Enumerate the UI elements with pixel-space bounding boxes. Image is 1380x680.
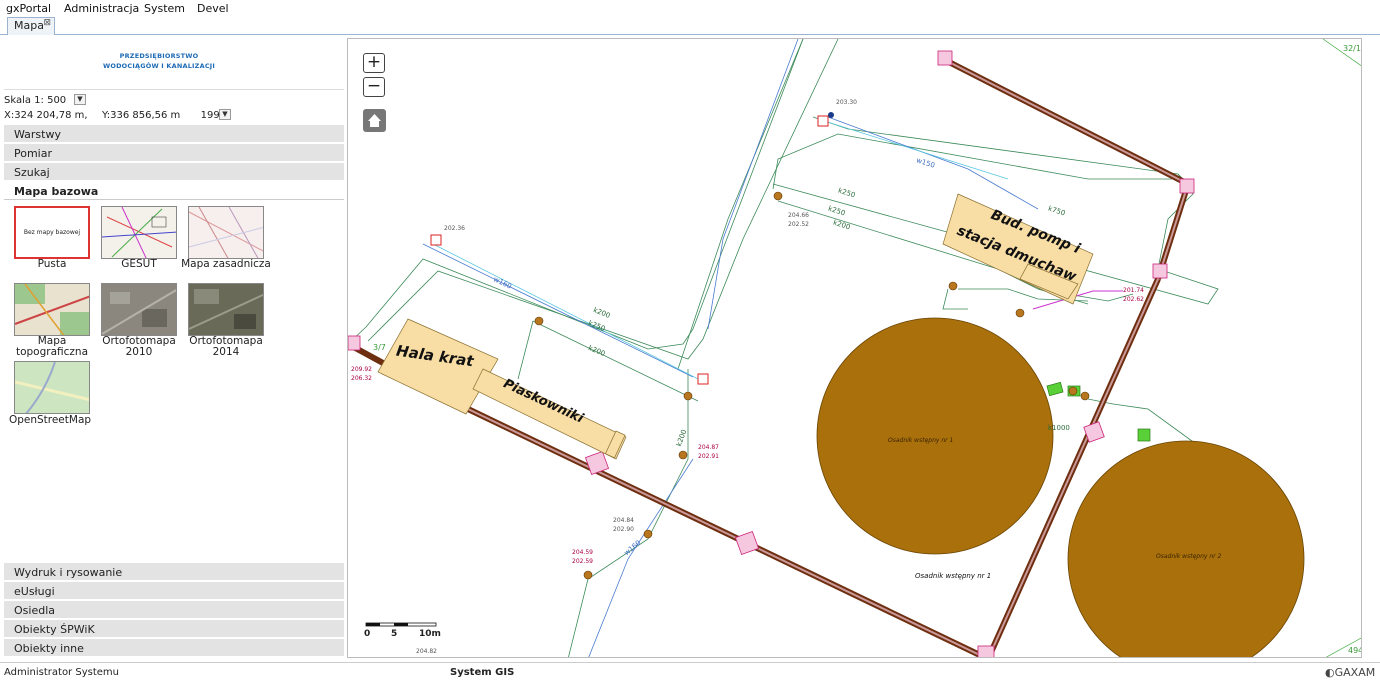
tab-mapa-label: Mapa bbox=[14, 19, 44, 32]
scalebar-label: 0 bbox=[364, 629, 371, 639]
tab-mapa[interactable]: Mapa ⊠ bbox=[7, 17, 55, 35]
tank-1 bbox=[816, 317, 1054, 555]
tank-1-label: Osadnik wstępny nr 1 bbox=[888, 437, 954, 444]
tank-2-label: Osadnik wstępny nr 2 bbox=[1156, 553, 1222, 560]
map-canvas[interactable]: Hala krat Piaskowniki Bud. pomp i stacja… bbox=[347, 38, 1362, 658]
elevation-label: 202.36 bbox=[444, 225, 465, 232]
orto2010-preview bbox=[102, 284, 176, 335]
elevation-label: 209.92 bbox=[351, 366, 372, 373]
scale-row: Skala 1: 500 bbox=[4, 95, 66, 106]
parcel-corner-bottom: 494 bbox=[1348, 646, 1362, 655]
menu-administracja[interactable]: Administracja bbox=[64, 2, 139, 15]
map-scalebar bbox=[365, 622, 437, 627]
basemap-thumb-mapa-zasadnicza[interactable] bbox=[188, 206, 264, 259]
orto2014-preview bbox=[189, 284, 263, 335]
tank-2 bbox=[1067, 440, 1305, 657]
elevation-label: 202.91 bbox=[698, 453, 719, 460]
menu-bar: gxPortal Administracja System Devel bbox=[0, 0, 1380, 17]
elevation-label: 201.74 bbox=[1123, 287, 1144, 294]
coord-y: Y:336 856,56 m bbox=[101, 110, 181, 121]
basemap-label-gesut: GESUT bbox=[121, 258, 157, 270]
elevation-label: 202.52 bbox=[788, 221, 809, 228]
panel-szukaj[interactable]: Szukaj bbox=[4, 163, 344, 181]
osadnik-label: Osadnik wstępny nr 1 bbox=[915, 572, 992, 580]
sidebar: PRZEDSIĘBIORSTWO WODOCIĄGÓW I KANALIZACJ… bbox=[4, 37, 344, 657]
parcel-label: 3/7 bbox=[373, 343, 386, 352]
tab-strip: Mapa ⊠ bbox=[0, 17, 1380, 35]
map-svg[interactable] bbox=[348, 39, 1362, 658]
basemap-thumb-ortofotomapa-2014[interactable] bbox=[188, 283, 264, 336]
scalebar-label: 5 bbox=[391, 629, 398, 639]
panel-obiekty-inne[interactable]: Obiekty inne bbox=[4, 639, 344, 657]
scalebar-label: 10m bbox=[419, 629, 441, 639]
current-user: Administrator Systemu bbox=[4, 667, 119, 678]
basemap-label-ortofotomapa-2014: Ortofotomapa 2014 bbox=[189, 335, 263, 358]
elevation-label: 202.62 bbox=[1123, 296, 1144, 303]
elevation-label: 203.30 bbox=[836, 99, 857, 106]
panel-wydruk[interactable]: Wydruk i rysowanie bbox=[4, 563, 344, 581]
basemap-thumb-gesut[interactable] bbox=[101, 206, 177, 259]
panel-obiekty-spwik[interactable]: Obiekty ŚPWiK bbox=[4, 620, 344, 638]
system-name: System GIS bbox=[450, 667, 515, 678]
scale-dropdown-button[interactable]: ▼ bbox=[74, 94, 86, 105]
zoom-out-button[interactable]: − bbox=[363, 77, 385, 97]
basemap-thumb-openstreetmap[interactable] bbox=[14, 361, 90, 414]
brand-mark-icon: ◐ bbox=[1325, 666, 1335, 679]
elevation-label: 204.87 bbox=[698, 444, 719, 451]
zasadnicza-preview bbox=[189, 207, 263, 258]
elevation-label: 206.32 bbox=[351, 375, 372, 382]
elevation-label: 204.59 bbox=[572, 549, 593, 556]
status-bar: Administrator Systemu System GIS ◐GAXAM bbox=[0, 662, 1380, 680]
osm-preview bbox=[15, 362, 89, 413]
basemap-label-pusta: Pusta bbox=[37, 258, 67, 270]
elevation-label: 202.90 bbox=[613, 526, 634, 533]
panel-osiedla[interactable]: Osiedla bbox=[4, 601, 344, 619]
elevation-label: 204.82 bbox=[416, 648, 437, 655]
pipe-label: k1000 bbox=[1048, 424, 1070, 432]
elevation-label: 202.59 bbox=[572, 558, 593, 565]
divider bbox=[4, 89, 344, 90]
company-logo: PRZEDSIĘBIORSTWO WODOCIĄGÓW I KANALIZACJ… bbox=[102, 52, 216, 70]
menu-gxportal[interactable]: gxPortal bbox=[6, 2, 51, 15]
home-button[interactable] bbox=[363, 109, 386, 132]
menu-system[interactable]: System bbox=[144, 2, 185, 15]
basemap-label-mapa-topograficzna: Mapa topograficzna bbox=[15, 335, 89, 358]
basemap-label-mapa-zasadnicza: Mapa zasadnicza bbox=[181, 258, 271, 270]
basemap-thumb-ortofotomapa-2010[interactable] bbox=[101, 283, 177, 336]
menu-devel[interactable]: Devel bbox=[197, 2, 229, 15]
zoom-in-button[interactable]: + bbox=[363, 53, 385, 73]
gesut-preview bbox=[102, 207, 176, 258]
brand-logo: ◐GAXAM bbox=[1325, 666, 1376, 679]
basemap-label-ortofotomapa-2010: Ortofotomapa 2010 bbox=[102, 335, 176, 358]
scale-label: Skala 1: 500 bbox=[4, 95, 67, 106]
coords-row: X:324 204,78 m, Y:336 856,56 m 1992 bbox=[4, 110, 226, 121]
coord-x: X:324 204,78 m, bbox=[4, 110, 88, 121]
panel-euslugi[interactable]: eUsługi bbox=[4, 582, 344, 600]
panel-pomiar[interactable]: Pomiar bbox=[4, 144, 344, 162]
basemap-thumb-pusta[interactable]: Bez mapy bazowej bbox=[14, 206, 90, 259]
elevation-label: 204.66 bbox=[788, 212, 809, 219]
panel-mapa-bazowa[interactable]: Mapa bazowa bbox=[4, 182, 344, 200]
home-icon bbox=[368, 114, 381, 127]
parcel-corner-top: 32/1 bbox=[1343, 44, 1361, 53]
topograficzna-preview bbox=[15, 284, 89, 335]
elevation-label: 204.84 bbox=[613, 517, 634, 524]
panel-warstwy[interactable]: Warstwy bbox=[4, 125, 344, 143]
basemap-thumb-mapa-topograficzna[interactable] bbox=[14, 283, 90, 336]
basemap-label-openstreetmap: OpenStreetMap bbox=[8, 415, 92, 426]
close-icon[interactable]: ⊠ bbox=[43, 18, 51, 28]
coord-system-dropdown-button[interactable]: ▼ bbox=[219, 109, 231, 120]
